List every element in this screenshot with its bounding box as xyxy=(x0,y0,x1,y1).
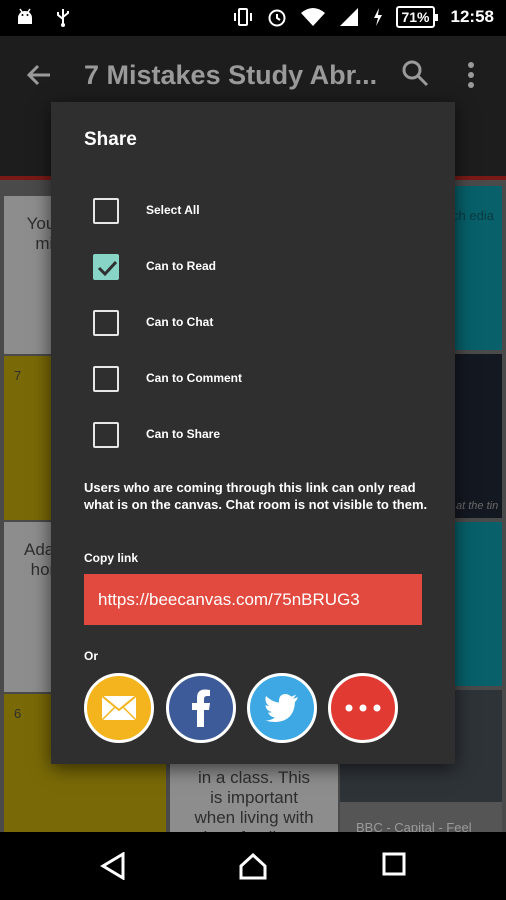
usb-icon xyxy=(52,6,74,28)
canvas-card: in a class. This is important when livin… xyxy=(170,764,338,832)
option-label: Select All xyxy=(146,203,200,217)
signal-icon xyxy=(338,6,360,28)
overflow-menu-icon[interactable] xyxy=(466,60,476,95)
battery-indicator: 71% xyxy=(396,6,438,28)
share-twitter-button[interactable] xyxy=(247,673,317,743)
page-title: 7 Mistakes Study Abr... xyxy=(84,60,378,90)
share-link-field[interactable]: https://beecanvas.com/75nBRUG3 xyxy=(84,574,422,625)
more-dots-icon xyxy=(345,704,381,712)
share-more-button[interactable] xyxy=(328,673,398,743)
card-caption: BBC - Capital - Feel xyxy=(340,802,502,832)
card-text: in a class. This is important when livin… xyxy=(194,768,314,832)
option-label: Can to Read xyxy=(146,259,217,273)
charging-icon xyxy=(372,6,384,28)
share-dialog: Share Select All Can to Read Can to Chat… xyxy=(51,102,455,764)
wifi-icon xyxy=(300,6,326,28)
option-can-to-read[interactable]: Can to Read xyxy=(93,253,216,281)
back-arrow-icon[interactable] xyxy=(24,60,54,95)
back-triangle-icon[interactable] xyxy=(100,851,126,885)
checkbox[interactable] xyxy=(93,310,119,336)
checkbox-checked[interactable] xyxy=(93,254,119,280)
checkbox[interactable] xyxy=(93,366,119,392)
android-icon xyxy=(14,6,36,28)
option-can-to-share[interactable]: Can to Share xyxy=(93,421,220,449)
option-label: Can to Comment xyxy=(146,371,242,385)
screen: 71% 12:58 7 Mistakes Study Abr... You ta… xyxy=(0,0,506,900)
home-icon[interactable] xyxy=(238,852,268,885)
envelope-icon xyxy=(101,695,137,721)
or-label: Or xyxy=(84,649,99,663)
alarm-icon xyxy=(266,6,288,28)
status-bar: 71% 12:58 xyxy=(0,0,506,36)
option-select-all[interactable]: Select All xyxy=(93,197,200,225)
share-facebook-button[interactable] xyxy=(166,673,236,743)
navigation-bar xyxy=(0,832,506,900)
share-email-button[interactable] xyxy=(84,673,154,743)
checkmark-icon xyxy=(97,260,118,277)
card-number: 6 xyxy=(14,706,22,721)
card-number: 7 xyxy=(14,368,22,383)
vibrate-icon xyxy=(232,6,254,28)
checkbox[interactable] xyxy=(93,198,119,224)
facebook-icon xyxy=(192,689,210,727)
dialog-title: Share xyxy=(84,129,137,150)
option-can-to-chat[interactable]: Can to Chat xyxy=(93,309,213,337)
copy-link-label: Copy link xyxy=(84,551,139,565)
checkbox[interactable] xyxy=(93,422,119,448)
permission-description: Users who are coming through this link c… xyxy=(84,480,428,512)
option-label: Can to Share xyxy=(146,427,221,441)
search-icon[interactable] xyxy=(400,58,430,93)
option-label: Can to Chat xyxy=(146,315,214,329)
twitter-icon xyxy=(265,694,298,722)
recents-icon[interactable] xyxy=(382,852,406,883)
option-can-to-comment[interactable]: Can to Comment xyxy=(93,365,242,393)
clock: 12:58 xyxy=(450,7,494,26)
